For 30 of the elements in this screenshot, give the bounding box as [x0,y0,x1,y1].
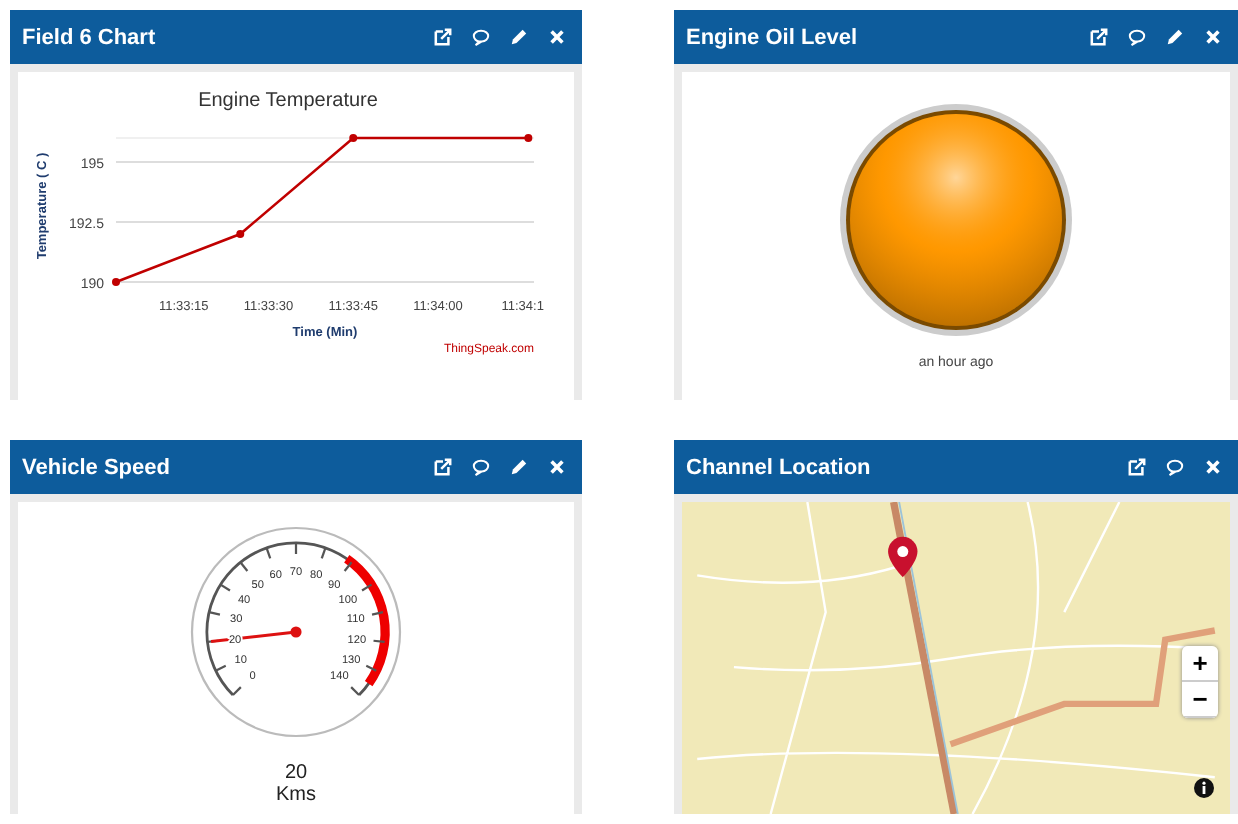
comment-icon[interactable] [1166,458,1184,476]
comment-icon[interactable] [472,458,490,476]
pencil-icon[interactable] [510,458,528,476]
close-icon[interactable] [548,458,566,476]
pencil-icon[interactable] [1166,28,1184,46]
pencil-icon[interactable] [510,28,528,46]
external-link-icon[interactable] [434,458,452,476]
comment-icon[interactable] [1128,28,1146,46]
chart-title: Engine Temperature [198,90,378,112]
info-icon[interactable] [1194,778,1214,798]
zoom-out-button[interactable]: − [1182,682,1218,718]
speed-value: 20 [284,762,308,784]
external-link-icon[interactable] [434,28,452,46]
panel-title: Vehicle Speed [22,455,172,479]
panel-title: Field 6 Chart [22,25,158,49]
data-point [524,134,533,142]
data-point [112,278,120,286]
comment-icon[interactable] [472,28,490,46]
close-icon[interactable] [548,28,566,46]
panel-title: Channel Location [686,455,873,479]
close-icon[interactable] [1204,458,1222,476]
external-link-icon[interactable] [1090,28,1108,46]
zoom-in-button[interactable]: + [1182,646,1218,682]
location-pin-icon [888,536,918,578]
data-point [236,230,245,238]
panel-title: Engine Oil Level [686,25,860,49]
close-icon[interactable] [1204,28,1222,46]
external-link-icon[interactable] [1128,458,1146,476]
speed-unit: Kms [276,784,316,806]
data-point [349,134,358,142]
